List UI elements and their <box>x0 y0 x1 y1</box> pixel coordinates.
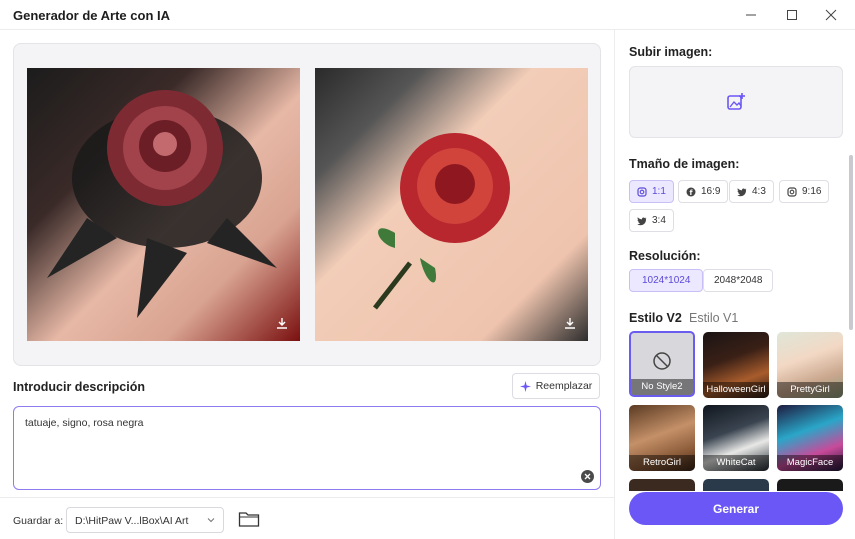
resolution-option-label: 1024*1024 <box>642 275 691 286</box>
maximize-icon <box>787 10 797 20</box>
resolution-option-1024[interactable]: 1024*1024 <box>629 269 704 292</box>
resolution-label: Resolución: <box>629 249 701 263</box>
download-button[interactable] <box>272 313 292 333</box>
facebook-icon: f <box>686 187 696 197</box>
chevron-down-icon <box>207 518 215 523</box>
sidebar-scrollbar[interactable] <box>849 155 853 330</box>
save-path-value: D:\HitPaw V...lBox\AI Art <box>75 515 189 527</box>
folder-icon <box>238 512 260 527</box>
generate-button[interactable]: Generar <box>629 492 843 525</box>
replace-button[interactable]: Reemplazar <box>512 373 600 399</box>
close-button[interactable] <box>816 4 846 26</box>
black-rose-artwork <box>47 90 277 318</box>
minimize-button[interactable] <box>736 4 766 26</box>
main-panel: Introducir descripción Reemplazar tatuaj… <box>0 30 614 539</box>
instagram-icon <box>787 186 797 197</box>
style-card-white-cat[interactable]: WhiteCat <box>703 405 769 471</box>
download-icon <box>565 318 575 329</box>
size-option-9-16[interactable]: 9:16 <box>779 180 830 203</box>
style-card-label: MagicFace <box>777 455 843 471</box>
style-card-partial[interactable] <box>703 479 769 491</box>
add-image-icon <box>727 93 745 110</box>
no-style-icon <box>653 352 671 370</box>
size-option-label: 4:3 <box>752 186 766 197</box>
save-path-select[interactable]: D:\HitPaw V...lBox\AI Art <box>66 507 224 533</box>
style-card-retro-girl[interactable]: RetroGirl <box>629 405 695 471</box>
description-input[interactable]: tatuaje, signo, rosa negra <box>13 406 601 490</box>
generated-image-2[interactable] <box>315 68 588 341</box>
style-card-magic-face[interactable]: MagicFace <box>777 405 843 471</box>
maximize-button[interactable] <box>777 4 807 26</box>
size-option-1-1[interactable]: 1:1 <box>629 180 674 203</box>
style-card-partial[interactable] <box>629 479 695 491</box>
twitter-icon <box>637 216 647 226</box>
twitter-icon <box>737 187 747 197</box>
style-card-pretty-girl[interactable]: PrettyGirl <box>777 332 843 398</box>
size-option-label: 9:16 <box>802 186 822 197</box>
replace-label: Reemplazar <box>535 380 593 392</box>
description-text: tatuaje, signo, rosa negra <box>25 417 144 429</box>
style-card-no-style[interactable]: No Style2 <box>629 331 695 397</box>
sparkle-icon <box>519 380 531 392</box>
image-size-label: Tmaño de imagen: <box>629 157 740 171</box>
tab-style-v2[interactable]: Estilo V2 <box>629 311 682 325</box>
title-bar: Generador de Arte con IA <box>0 0 855 30</box>
browse-folder-button[interactable] <box>238 510 262 530</box>
style-card-label: HalloweenGirl <box>703 382 769 398</box>
clear-text-button[interactable] <box>581 470 594 483</box>
resolution-option-label: 2048*2048 <box>714 275 763 286</box>
upload-image-label: Subir imagen: <box>629 45 713 59</box>
size-option-label: 3:4 <box>652 215 666 226</box>
preview-area <box>13 43 601 366</box>
download-icon <box>277 318 287 329</box>
red-rose-artwork <box>373 133 510 310</box>
description-label: Introducir descripción <box>13 380 145 394</box>
style-card-partial[interactable] <box>777 479 843 491</box>
generated-image-1[interactable] <box>27 68 300 341</box>
size-option-16-9[interactable]: f 16:9 <box>678 180 729 203</box>
upload-image-area[interactable] <box>629 66 843 138</box>
style-card-label: No Style2 <box>631 379 693 395</box>
save-bar: Guardar a: D:\HitPaw V...lBox\AI Art <box>0 497 614 539</box>
minimize-icon <box>746 14 756 16</box>
save-label: Guardar a: <box>13 515 64 527</box>
style-card-label: RetroGirl <box>629 455 695 471</box>
close-icon <box>825 9 837 21</box>
download-button[interactable] <box>560 313 580 333</box>
style-card-label: WhiteCat <box>703 455 769 471</box>
size-option-3-4[interactable]: 3:4 <box>629 209 674 232</box>
size-option-label: 1:1 <box>652 186 666 197</box>
resolution-option-2048[interactable]: 2048*2048 <box>703 269 774 292</box>
instagram-icon <box>637 186 647 197</box>
clear-icon <box>584 473 591 480</box>
style-card-label: PrettyGirl <box>777 382 843 398</box>
size-option-4-3[interactable]: 4:3 <box>729 180 774 203</box>
tab-style-v1[interactable]: Estilo V1 <box>689 311 738 325</box>
style-card-halloween-girl[interactable]: HalloweenGirl <box>703 332 769 398</box>
window-title: Generador de Arte con IA <box>13 8 170 23</box>
size-option-label: 16:9 <box>701 186 721 197</box>
settings-sidebar: Subir imagen: Tmaño de imagen: 1:1 f 16:… <box>614 30 855 539</box>
